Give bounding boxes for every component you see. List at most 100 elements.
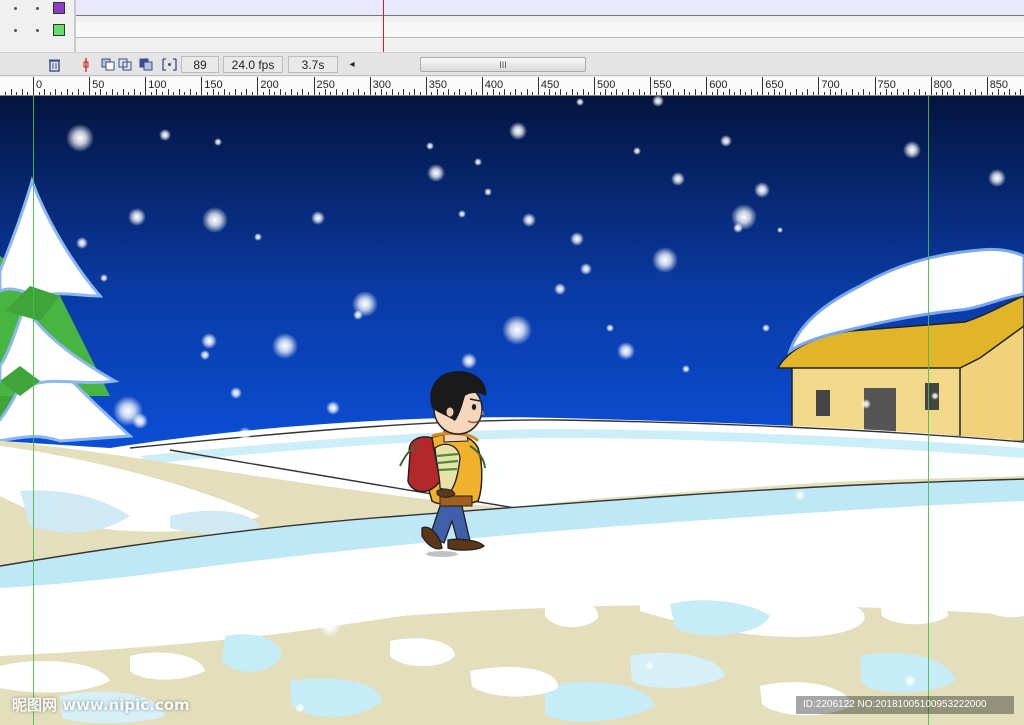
snowflake	[576, 98, 584, 106]
ruler-tick	[610, 92, 612, 95]
ruler-tick	[464, 92, 466, 95]
snowflake	[128, 208, 146, 226]
ruler-tick	[706, 77, 708, 95]
snowflake	[427, 164, 445, 182]
center-frame-icon[interactable]	[78, 56, 94, 73]
ruler-label: 450	[540, 79, 560, 91]
snowflake	[795, 490, 805, 500]
snowflake	[580, 263, 592, 275]
scroll-left-button[interactable]: ◂	[345, 56, 359, 73]
ruler-tick	[341, 92, 343, 95]
ruler-label: 100	[148, 79, 167, 91]
ruler-tick	[953, 89, 955, 95]
ruler-tick	[1020, 89, 1022, 95]
ruler-tick	[117, 92, 119, 95]
visibility-dot-icon[interactable]	[14, 29, 17, 32]
snowflake	[484, 188, 492, 196]
frame-rate-field[interactable]: 24.0 fps	[223, 56, 283, 73]
ruler-tick	[521, 92, 523, 95]
layer-outline-color-swatch[interactable]	[53, 24, 65, 36]
ruler-tick	[122, 89, 124, 95]
ruler-tick	[442, 92, 444, 95]
snowflake	[474, 158, 482, 166]
vertical-guide-right[interactable]	[928, 96, 929, 725]
ruler-tick	[55, 89, 57, 95]
ruler-tick	[801, 92, 803, 95]
snowflake	[554, 283, 566, 295]
ruler-tick	[223, 89, 225, 95]
ruler-tick	[840, 89, 842, 95]
ruler-tick	[83, 92, 85, 95]
ruler-tick	[857, 92, 859, 95]
snowflake	[202, 207, 228, 233]
ruler-tick	[16, 92, 18, 95]
ruler-tick	[565, 92, 567, 95]
ruler-tick	[498, 92, 500, 95]
snowflake	[66, 124, 94, 152]
ruler-tick	[896, 89, 898, 95]
snowflake	[238, 427, 252, 441]
ruler-tick	[790, 92, 792, 95]
playhead[interactable]	[383, 0, 384, 52]
ruler-label: 150	[204, 79, 223, 91]
ruler-tick	[711, 92, 713, 95]
ruler-tick	[532, 92, 534, 95]
ruler-tick	[650, 77, 652, 95]
ruler-tick	[38, 92, 40, 95]
ruler-tick	[739, 89, 741, 95]
layer-frames[interactable]	[76, 22, 1024, 38]
visibility-dot-icon[interactable]	[14, 7, 17, 10]
ruler-tick	[762, 77, 764, 95]
timeline-layer-row[interactable]	[0, 22, 1024, 38]
layer-frames[interactable]	[76, 0, 1024, 16]
layer-outline-color-swatch[interactable]	[53, 2, 65, 14]
ruler-tick	[638, 89, 640, 95]
ruler-tick	[756, 92, 758, 95]
ruler-tick	[678, 92, 680, 95]
ruler-tick	[470, 89, 472, 95]
ruler-tick	[111, 89, 113, 95]
ruler-tick	[61, 92, 63, 95]
snowflake	[461, 353, 477, 369]
snowflake	[414, 640, 426, 652]
timeline-scrollbar-thumb[interactable]: III	[420, 57, 586, 72]
ruler-tick	[1009, 89, 1011, 95]
ruler-tick	[582, 89, 584, 95]
stage-canvas[interactable]	[0, 96, 1024, 725]
ruler-tick	[218, 92, 220, 95]
ruler-tick	[655, 92, 657, 95]
ruler-tick	[560, 89, 562, 95]
ruler-tick	[835, 92, 837, 95]
ruler-tick	[240, 92, 242, 95]
ruler-tick	[767, 92, 769, 95]
ruler-label: 50	[92, 79, 105, 91]
snowflake	[754, 182, 770, 198]
snowflake	[777, 227, 783, 233]
onion-skin-outlines-icon[interactable]	[117, 56, 133, 73]
ruler-tick	[622, 92, 624, 95]
elapsed-time-field: 3.7s	[288, 56, 338, 73]
ruler-tick	[105, 92, 107, 95]
onion-skin-icon[interactable]	[100, 56, 116, 73]
ruler-tick	[734, 92, 736, 95]
ruler-tick	[150, 92, 152, 95]
timeline-layer-row[interactable]	[0, 0, 1024, 16]
ruler-tick	[964, 89, 966, 95]
ruler-label: 850	[989, 79, 1009, 91]
snowflake	[353, 310, 363, 320]
ruler-label: 550	[653, 79, 672, 91]
ruler-tick	[206, 92, 208, 95]
ruler-tick	[392, 89, 394, 95]
modify-onion-markers-icon[interactable]	[161, 56, 177, 73]
edit-multiple-frames-icon[interactable]	[138, 56, 154, 73]
ruler-tick	[577, 92, 579, 95]
lock-dot-icon[interactable]	[36, 7, 39, 10]
ruler-tick	[515, 89, 517, 95]
snowflake	[522, 213, 536, 227]
timeline-divider[interactable]	[74, 0, 76, 52]
trash-icon[interactable]	[46, 56, 62, 73]
vertical-guide-left[interactable]	[33, 96, 34, 725]
ruler-tick	[594, 77, 595, 95]
current-frame-field[interactable]: 89	[181, 56, 219, 73]
lock-dot-icon[interactable]	[36, 29, 39, 32]
